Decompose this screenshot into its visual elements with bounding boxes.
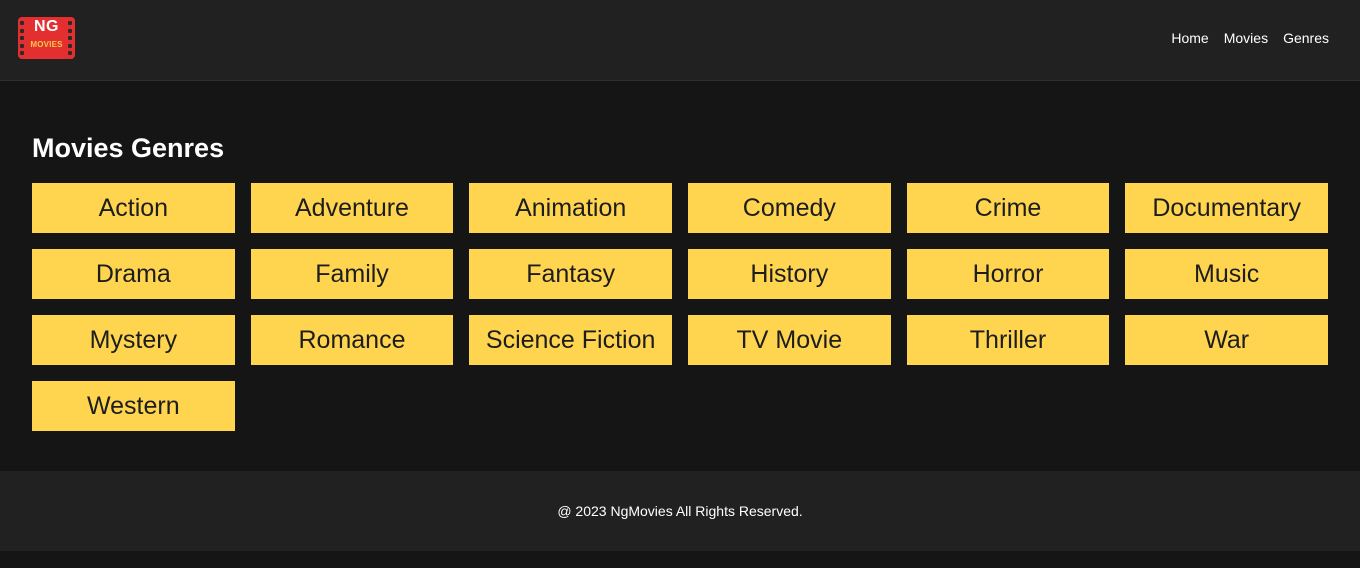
ngmovies-logo[interactable]: NG MOVIES	[18, 17, 75, 59]
nav-link-home[interactable]: Home	[1171, 30, 1208, 46]
genre-button-history[interactable]: History	[688, 249, 891, 299]
genre-button-music[interactable]: Music	[1125, 249, 1328, 299]
genre-button-action[interactable]: Action	[32, 183, 235, 233]
main-nav: Home Movies Genres	[1171, 30, 1329, 46]
page-title: Movies Genres	[32, 133, 225, 163]
genre-button-fantasy[interactable]: Fantasy	[469, 249, 672, 299]
genre-grid: Action Adventure Animation Comedy Crime …	[32, 183, 1328, 431]
genre-button-western[interactable]: Western	[32, 381, 235, 431]
genre-button-mystery[interactable]: Mystery	[32, 315, 235, 365]
genre-button-war[interactable]: War	[1125, 315, 1328, 365]
genre-button-comedy[interactable]: Comedy	[688, 183, 891, 233]
genre-button-family[interactable]: Family	[250, 249, 454, 299]
genre-button-science-fiction[interactable]: Science Fiction	[469, 315, 672, 365]
site-footer: @ 2023 NgMovies All Rights Reserved.	[0, 471, 1360, 551]
genre-button-horror[interactable]: Horror	[906, 249, 1110, 299]
site-header: NG MOVIES Home Movies Genres	[0, 0, 1360, 81]
genre-button-animation[interactable]: Animation	[469, 183, 672, 233]
genre-button-tv-movie[interactable]: TV Movie	[688, 315, 891, 365]
genre-button-adventure[interactable]: Adventure	[250, 183, 454, 233]
nav-link-genres[interactable]: Genres	[1283, 30, 1329, 46]
genre-button-romance[interactable]: Romance	[250, 315, 454, 365]
genre-button-drama[interactable]: Drama	[32, 249, 235, 299]
genre-button-documentary[interactable]: Documentary	[1125, 183, 1328, 233]
logo-text-ng: NG	[34, 18, 59, 35]
genre-button-crime[interactable]: Crime	[906, 183, 1110, 233]
copyright-text: @ 2023 NgMovies All Rights Reserved.	[557, 503, 803, 519]
genre-button-thriller[interactable]: Thriller	[906, 315, 1110, 365]
nav-link-movies[interactable]: Movies	[1224, 30, 1268, 46]
logo-text-movies: MOVIES	[30, 40, 63, 49]
